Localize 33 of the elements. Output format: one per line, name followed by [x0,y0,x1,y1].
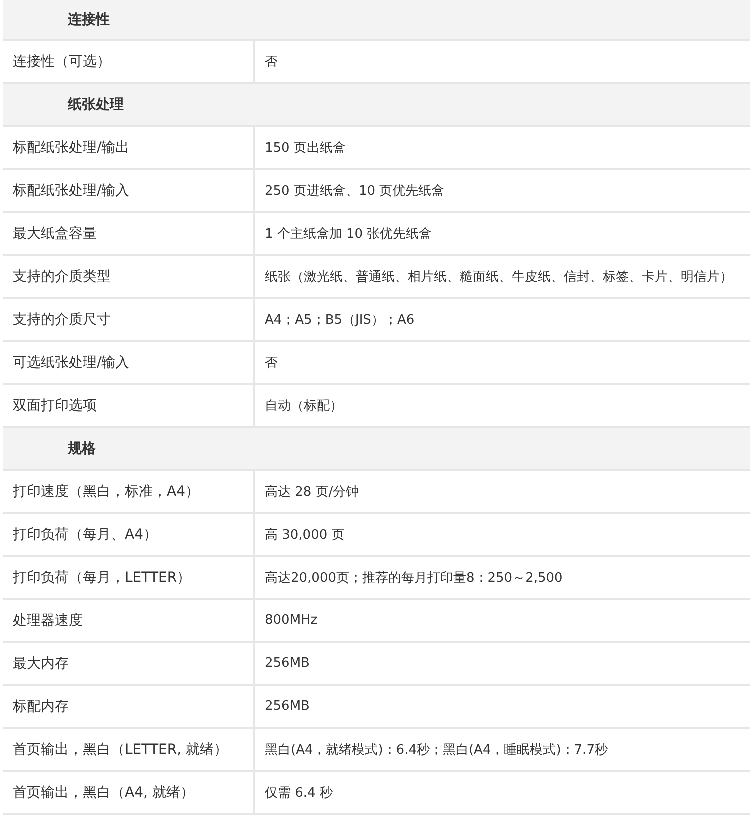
spec-label: 支持的介质尺寸 [3,299,255,340]
spec-value: 黑白(A4，就绪模式)：6.4秒；黑白(A4，睡眠模式)：7.7秒 [264,742,609,760]
spec-value: 否 [264,354,279,372]
spec-label: 打印速度（黑白，标准，A4） [3,471,255,512]
spec-value: 256MB [264,698,311,716]
spec-label: 首页输出，黑白（A4, 就绪） [3,772,255,813]
section-title: 连接性 [68,10,110,28]
spec-label: 可选纸张处理/输入 [3,342,255,383]
spec-value: 800MHz [264,612,319,630]
section-title: 纸张处理 [68,96,124,114]
spec-value: 1 个主纸盒加 10 张优先纸盒 [264,226,434,244]
spec-label: 打印负荷（每月、A4） [3,514,255,555]
spec-label: 打印负荷（每月，LETTER） [3,557,255,598]
spec-label: 标配内存 [3,686,255,727]
spec-label: 首页输出，黑白（LETTER, 就绪） [3,729,255,770]
spec-label: 最大纸盒容量 [3,213,255,254]
spec-value: 纸张（激光纸、普通纸、相片纸、糙面纸、牛皮纸、信封、标签、卡片、明信片） [264,268,734,286]
spec-value: 高达20,000页；推荐的每月打印量8：250～2,500 [264,570,564,588]
spec-label: 标配纸张处理/输入 [3,170,255,211]
spec-value: 高 30,000 页 [264,526,346,544]
spec-value: 高达 28 页/分钟 [264,484,360,502]
spec-value: 150 页出纸盒 [264,140,347,158]
spec-label: 标配纸张处理/输出 [3,127,255,168]
spec-value: 否 [264,54,279,72]
spec-value: 250 页进纸盒、10 页优先纸盒 [264,182,446,200]
section-title: 规格 [68,440,96,458]
spec-value: A4；A5；B5（JIS）；A6 [264,312,416,330]
spec-label: 处理器速度 [3,600,255,641]
spec-value: 256MB [264,655,311,673]
spec-value: 仅需 6.4 秒 [264,784,334,802]
spec-value: 自动（标配） [264,398,344,416]
spec-label: 支持的介质类型 [3,256,255,297]
spec-label: 最大内存 [3,643,255,684]
